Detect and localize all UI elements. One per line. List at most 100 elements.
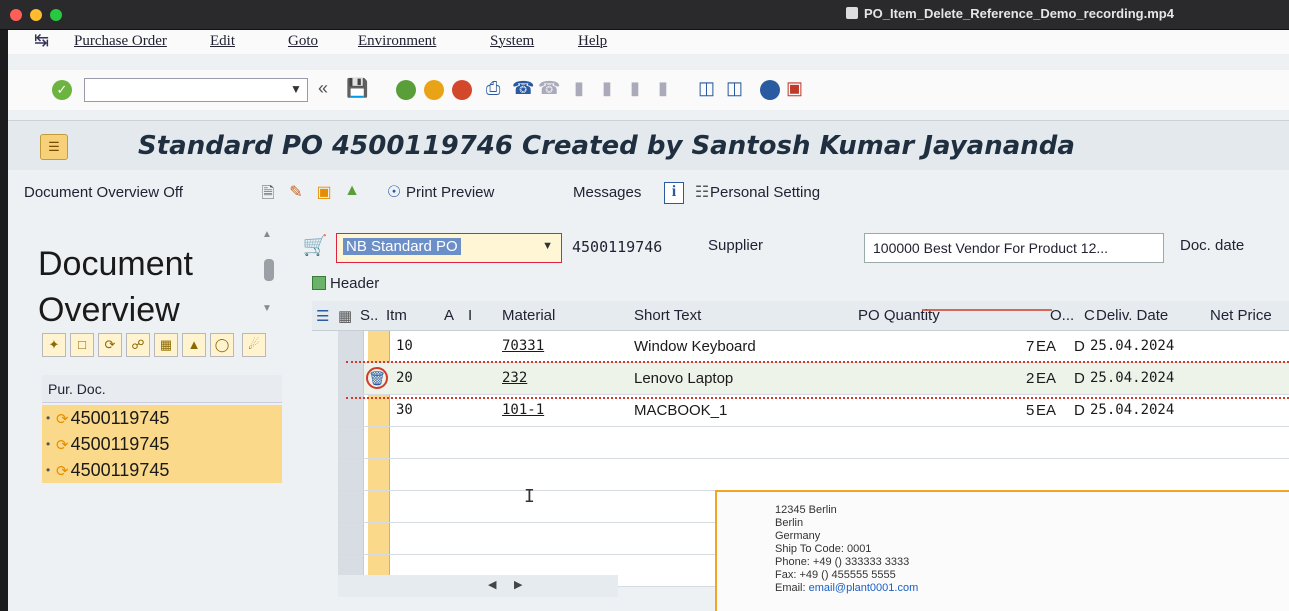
col-a[interactable]: A (444, 307, 454, 324)
col-i[interactable]: I (468, 307, 472, 324)
table-row[interactable]: 10 70331 Window Keyboard 7 EA D 25.04.20… (338, 331, 1289, 363)
personal-setting-button[interactable]: Personal Setting (710, 184, 820, 201)
empty-row[interactable] (338, 459, 1289, 491)
minimize-window-button[interactable] (30, 9, 42, 21)
back-icon[interactable] (396, 80, 416, 100)
document-overview-off-button[interactable]: Document Overview Off (24, 184, 183, 201)
short-text[interactable]: Lenovo Laptop (634, 370, 733, 387)
print-preview-icon[interactable]: ☉ (384, 182, 404, 204)
pur-doc-item[interactable]: • ⟳ 4500119745 (42, 457, 282, 483)
material[interactable]: 232 (502, 370, 527, 386)
row-selector[interactable] (338, 459, 364, 490)
scroll-down-icon[interactable]: ▼ (262, 303, 272, 314)
po-quantity[interactable]: 7 (1026, 338, 1034, 355)
pur-doc-item[interactable]: • ⟳ 4500119745 (42, 405, 282, 431)
table-row[interactable]: 🗑 20 232 Lenovo Laptop 2 EA D 25.04.2024 (338, 363, 1289, 395)
empty-row[interactable] (338, 427, 1289, 459)
command-dropdown-icon[interactable]: ▼ (290, 82, 302, 96)
menu-edit[interactable]: Edit (210, 33, 235, 50)
collapse-icon[interactable]: « (318, 78, 328, 99)
date-category[interactable]: D (1074, 402, 1085, 419)
order-unit[interactable]: EA (1036, 338, 1056, 355)
last-page-icon[interactable]: ▮ (658, 78, 668, 99)
copy-icon[interactable]: □ (70, 333, 94, 357)
enter-check-icon[interactable]: ✓ (52, 80, 72, 100)
row-selector[interactable] (338, 331, 364, 362)
hold-icon[interactable]: ▲ (342, 182, 362, 204)
find-icon[interactable]: ☎ (512, 78, 534, 99)
col-delivery-date[interactable]: Deliv. Date (1096, 307, 1168, 324)
header-toggle[interactable]: Header (312, 275, 379, 292)
other-document-icon[interactable]: ▣ (314, 182, 334, 204)
date-category[interactable]: D (1074, 370, 1085, 387)
order-unit[interactable]: EA (1036, 370, 1056, 387)
pur-doc-column-header[interactable]: Pur. Doc. (42, 375, 282, 403)
email-link[interactable]: email@plant0001.com (809, 582, 919, 594)
previous-page-icon[interactable]: ▮ (602, 78, 612, 99)
trash-icon[interactable]: 🗑 (366, 367, 388, 389)
scroll-right-icon[interactable]: ▶ (514, 578, 522, 591)
col-short-text[interactable]: Short Text (634, 307, 701, 324)
info-icon[interactable]: i (664, 182, 684, 204)
order-unit[interactable]: EA (1036, 402, 1056, 419)
col-status[interactable]: S.. (360, 307, 378, 324)
table-row[interactable]: 30 101-1 MACBOOK_1 5 EA D 25.04.2024 (338, 395, 1289, 427)
short-text[interactable]: MACBOOK_1 (634, 402, 727, 419)
po-quantity[interactable]: 5 (1026, 402, 1034, 419)
exit-icon[interactable] (424, 80, 444, 100)
menu-purchase-order[interactable]: Purchase Order (74, 33, 167, 50)
col-item[interactable]: Itm (386, 307, 407, 324)
scroll-up-icon[interactable]: ▲ (262, 229, 272, 240)
shortcut-icon[interactable]: ◫ (726, 78, 743, 99)
command-field[interactable] (84, 78, 308, 102)
menu-exit-icon[interactable]: ↹ (34, 30, 49, 51)
menu-icon[interactable]: ☰ (40, 134, 68, 160)
export-icon[interactable]: ◯ (210, 333, 234, 357)
select-all-icon[interactable]: ▦ (338, 307, 352, 325)
overview-scrollbar[interactable]: ▲ ▼ (262, 229, 274, 319)
refresh-icon[interactable]: ⟳ (98, 333, 122, 357)
hierarchy-icon[interactable]: ▲ (182, 333, 206, 357)
row-selector[interactable] (338, 395, 364, 426)
short-text[interactable]: Window Keyboard (634, 338, 756, 355)
grid-settings-icon[interactable]: ☰ (316, 307, 329, 325)
find-next-icon[interactable]: ☎ (538, 78, 560, 99)
next-page-icon[interactable]: ▮ (630, 78, 640, 99)
create-session-icon[interactable]: ◫ (698, 78, 715, 99)
layout-menu-icon[interactable]: ▣ (786, 78, 803, 99)
col-category[interactable]: C (1084, 307, 1095, 324)
date-category[interactable]: D (1074, 338, 1085, 355)
print-preview-button[interactable]: Print Preview (406, 184, 494, 201)
row-selector[interactable] (338, 523, 364, 554)
scroll-left-icon[interactable]: ◀ (488, 578, 496, 591)
menu-goto[interactable]: Goto (288, 33, 318, 50)
material[interactable]: 101-1 (502, 402, 544, 418)
col-order-unit[interactable]: O... (1050, 307, 1074, 324)
pur-doc-item[interactable]: • ⟳ 4500119745 (42, 431, 282, 457)
menu-system[interactable]: System (490, 33, 534, 50)
menu-help[interactable]: Help (578, 33, 607, 50)
scroll-thumb[interactable] (264, 259, 274, 281)
create-icon[interactable]: 🗎 (258, 182, 278, 204)
supplier-field[interactable]: 100000 Best Vendor For Product 12... (864, 233, 1164, 263)
cancel-icon[interactable] (452, 80, 472, 100)
expand-header-icon[interactable] (312, 276, 326, 290)
material[interactable]: 70331 (502, 338, 544, 354)
col-net-price[interactable]: Net Price (1210, 307, 1272, 324)
grid-horizontal-scrollbar[interactable]: ◀ ▶ (338, 575, 618, 597)
tree-icon[interactable]: ☄ (242, 333, 266, 357)
chevron-down-icon[interactable]: ▼ (542, 240, 553, 252)
menu-environment[interactable]: Environment (358, 33, 436, 50)
delivery-date[interactable]: 25.04.2024 (1090, 370, 1174, 386)
first-page-icon[interactable]: ▮ (574, 78, 584, 99)
row-selector[interactable] (338, 427, 364, 458)
messages-button[interactable]: Messages (573, 184, 641, 201)
row-selector[interactable] (338, 491, 364, 522)
display-change-icon[interactable]: ✎ (286, 182, 306, 204)
selection-variant-icon[interactable]: ✦ (42, 333, 66, 357)
find-icon[interactable]: ☍ (126, 333, 150, 357)
help-icon[interactable] (760, 80, 780, 100)
row-selector[interactable] (338, 363, 364, 394)
save-icon[interactable]: 💾 (346, 78, 368, 99)
delivery-date[interactable]: 25.04.2024 (1090, 338, 1174, 354)
